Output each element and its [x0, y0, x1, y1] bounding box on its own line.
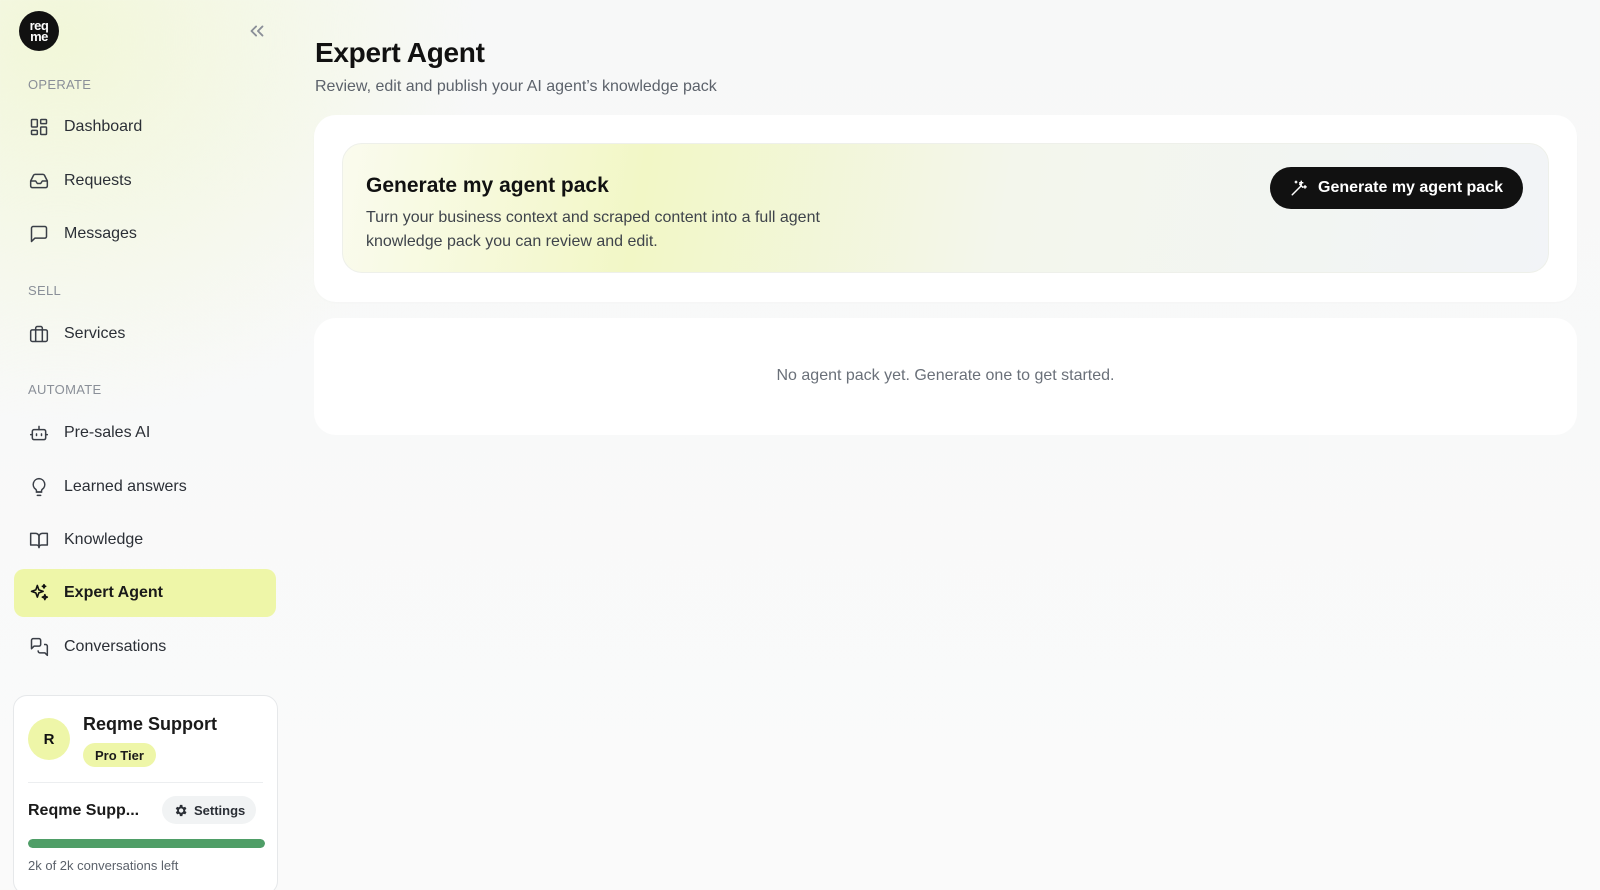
gear-icon: [173, 803, 188, 818]
section-label-operate: OPERATE: [28, 77, 92, 92]
usage-progress-fill: [28, 839, 265, 848]
tier-badge: Pro Tier: [83, 743, 156, 767]
usage-progress-bar: [28, 839, 265, 848]
sidebar-item-label: Dashboard: [64, 118, 143, 135]
sidebar-item-label: Requests: [64, 172, 132, 189]
logo-text-bottom: me: [30, 29, 48, 44]
settings-button[interactable]: Settings: [162, 796, 257, 824]
sidebar-item-label: Knowledge: [64, 531, 144, 548]
grid-icon: [28, 116, 50, 138]
briefcase-icon: [28, 323, 50, 345]
sidebar-item-label: Pre-sales AI: [64, 424, 151, 441]
generate-title: Generate my agent pack: [366, 174, 609, 197]
generate-panel: Generate my agent pack Turn your busines…: [314, 115, 1577, 302]
sidebar-item-conversations[interactable]: Conversations: [14, 623, 276, 671]
app-root: req me OPERATE Dashboard Requests Messag…: [0, 0, 1600, 890]
sidebar-item-dashboard[interactable]: Dashboard: [14, 103, 276, 151]
sidebar-item-label: Learned answers: [64, 478, 187, 495]
sidebar-item-knowledge[interactable]: Knowledge: [14, 516, 276, 564]
page-title: Expert Agent: [315, 37, 485, 68]
sidebar-item-messages[interactable]: Messages: [14, 210, 276, 258]
sparkles-icon: [28, 582, 50, 604]
page-subtitle: Review, edit and publish your AI agent’s…: [315, 78, 717, 95]
empty-state-text: No agent pack yet. Generate one to get s…: [776, 367, 1115, 384]
brand-logo[interactable]: req me: [19, 11, 59, 51]
inbox-icon: [28, 170, 50, 192]
bot-icon: [28, 422, 50, 444]
sidebar-item-label: Expert Agent: [64, 584, 163, 601]
sidebar: req me OPERATE Dashboard Requests Messag…: [0, 0, 290, 890]
sidebar-item-learned-answers[interactable]: Learned answers: [14, 463, 276, 511]
generate-agent-pack-button[interactable]: Generate my agent pack: [1270, 167, 1523, 209]
account-divider: [28, 782, 263, 783]
message-icon: [28, 223, 50, 245]
lightbulb-icon: [28, 476, 50, 498]
sidebar-item-pre-sales-ai[interactable]: Pre-sales AI: [14, 409, 276, 457]
section-label-sell: SELL: [28, 283, 62, 298]
generate-card: Generate my agent pack Turn your busines…: [342, 143, 1549, 273]
account-name: Reqme Support: [83, 714, 218, 734]
sidebar-item-services[interactable]: Services: [14, 310, 276, 358]
sidebar-item-expert-agent[interactable]: Expert Agent: [14, 569, 276, 617]
sidebar-item-label: Messages: [64, 225, 137, 242]
generate-button-label: Generate my agent pack: [1318, 179, 1503, 196]
empty-state-panel: No agent pack yet. Generate one to get s…: [314, 318, 1577, 435]
sidebar-item-label: Conversations: [64, 638, 167, 655]
chat-bubbles-icon: [28, 636, 50, 658]
avatar[interactable]: R: [28, 718, 70, 760]
usage-text: 2k of 2k conversations left: [28, 858, 179, 873]
book-icon: [28, 529, 50, 551]
settings-label: Settings: [194, 802, 246, 818]
account-card: R Reqme Support Pro Tier Reqme Supp... S…: [13, 695, 278, 890]
sidebar-item-label: Services: [64, 325, 126, 342]
magic-wand-icon: [1290, 179, 1308, 197]
sidebar-item-requests[interactable]: Requests: [14, 157, 276, 205]
collapse-sidebar-icon[interactable]: [246, 20, 268, 42]
generate-description: Turn your business context and scraped c…: [366, 209, 820, 250]
workspace-name: Reqme Supp...: [28, 802, 140, 819]
section-label-automate: AUTOMATE: [28, 382, 102, 397]
